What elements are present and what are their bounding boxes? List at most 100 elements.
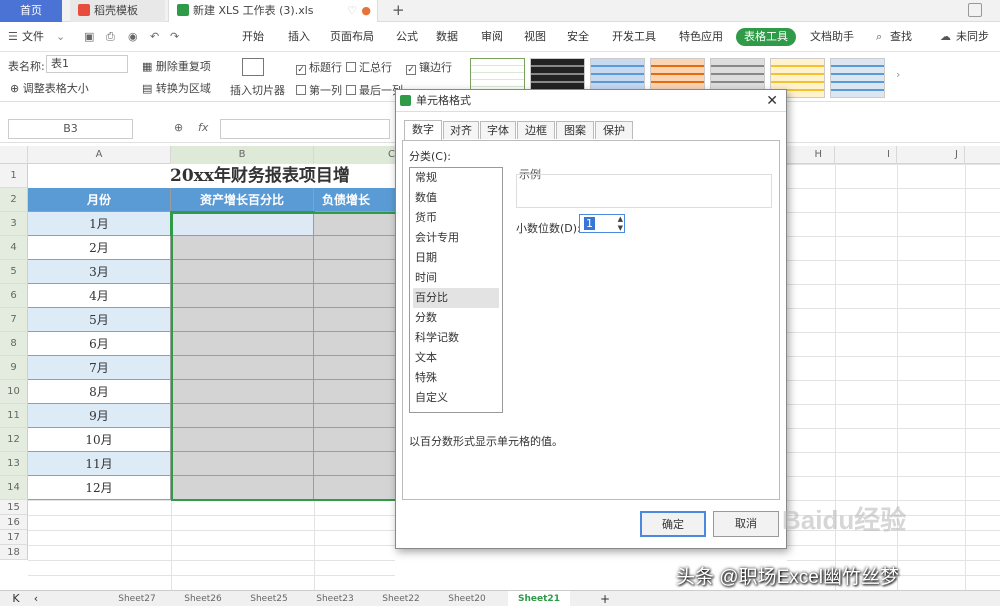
selected-cell[interactable]: [171, 476, 314, 500]
selected-cell[interactable]: [171, 260, 314, 284]
selected-cell[interactable]: [314, 308, 400, 332]
save-icon[interactable]: ▣: [84, 29, 94, 45]
menu-data[interactable]: 数据: [436, 29, 458, 45]
zoom-search-icon[interactable]: ⊕: [174, 121, 183, 134]
selected-cell[interactable]: [314, 452, 400, 476]
selected-cell[interactable]: [314, 284, 400, 308]
add-sheet-button[interactable]: +: [598, 591, 612, 607]
category-item[interactable]: 百分比: [413, 288, 499, 308]
chevron-down-icon[interactable]: ⌄: [56, 29, 65, 45]
header-row-checkbox[interactable]: ✓ 标题行: [296, 59, 342, 75]
insert-slicer-button[interactable]: 插入切片器: [230, 82, 285, 98]
row-header[interactable]: 13: [0, 452, 28, 476]
category-item[interactable]: 文本: [413, 348, 499, 368]
selected-cell[interactable]: [171, 452, 314, 476]
row-header[interactable]: 10: [0, 380, 28, 404]
row-header[interactable]: 3: [0, 212, 28, 236]
preview-icon[interactable]: ◉: [128, 29, 138, 45]
sync-cloud-icon[interactable]: ☁: [940, 29, 951, 45]
selected-cell[interactable]: [314, 356, 400, 380]
close-dot-icon[interactable]: ●: [361, 0, 371, 22]
sheet-tab-active[interactable]: Sheet21: [508, 591, 570, 607]
menu-developer[interactable]: 开发工具: [612, 29, 656, 45]
total-row-checkbox[interactable]: 汇总行: [346, 59, 392, 75]
row-header[interactable]: 9: [0, 356, 28, 380]
menu-view[interactable]: 视图: [524, 29, 546, 45]
row-header[interactable]: 16: [0, 515, 28, 530]
header-cell-month[interactable]: 月份: [28, 188, 171, 212]
stepper-up-icon[interactable]: ▲: [618, 215, 623, 223]
month-cell[interactable]: 10月: [28, 428, 171, 452]
close-icon[interactable]: ✕: [766, 90, 778, 112]
row-header[interactable]: 17: [0, 530, 28, 545]
gallery-more-icon[interactable]: ›: [896, 68, 900, 81]
month-cell[interactable]: 7月: [28, 356, 171, 380]
menu-search[interactable]: 查找: [890, 29, 912, 45]
header-cell-asset-growth[interactable]: 资产增长百分比: [171, 188, 314, 212]
category-item[interactable]: 货币: [413, 208, 499, 228]
month-cell[interactable]: 11月: [28, 452, 171, 476]
selected-cell[interactable]: [171, 380, 314, 404]
selected-cell[interactable]: [171, 404, 314, 428]
row-header[interactable]: 15: [0, 500, 28, 515]
tab-pattern[interactable]: 图案: [556, 121, 594, 139]
menu-page-layout[interactable]: 页面布局: [330, 29, 374, 45]
menu-table-tools[interactable]: 表格工具: [736, 28, 796, 46]
sync-status[interactable]: 未同步: [956, 29, 989, 45]
formula-input[interactable]: [220, 119, 390, 139]
banded-rows-checkbox[interactable]: ✓ 镶边行: [406, 59, 452, 75]
tab-number[interactable]: 数字: [404, 120, 442, 140]
table-name-input[interactable]: 表1: [46, 55, 128, 73]
selected-cell[interactable]: [314, 260, 400, 284]
ok-button[interactable]: 确定: [640, 511, 706, 537]
tab-border[interactable]: 边框: [517, 121, 555, 139]
month-cell[interactable]: 4月: [28, 284, 171, 308]
menu-insert[interactable]: 插入: [288, 29, 310, 45]
decimal-places-value[interactable]: 1: [584, 217, 595, 230]
first-column-checkbox[interactable]: 第一列: [296, 82, 342, 98]
name-box[interactable]: B3: [8, 119, 133, 139]
row-header[interactable]: 5: [0, 260, 28, 284]
row-header[interactable]: 6: [0, 284, 28, 308]
remove-duplicates-button[interactable]: ▦ 删除重复项: [142, 58, 211, 74]
column-header[interactable]: H: [787, 146, 835, 164]
selected-cell[interactable]: [171, 308, 314, 332]
prev-sheet-icon[interactable]: ‹: [30, 591, 42, 607]
menu-special-apps[interactable]: 特色应用: [679, 29, 723, 45]
month-cell[interactable]: 8月: [28, 380, 171, 404]
category-item[interactable]: 时间: [413, 268, 499, 288]
tab-protection[interactable]: 保护: [595, 121, 633, 139]
row-header[interactable]: 2: [0, 188, 28, 212]
select-all-corner[interactable]: [0, 146, 28, 164]
tab-home[interactable]: 首页: [0, 0, 62, 22]
sheet-tab[interactable]: Sheet23: [304, 591, 366, 607]
first-sheet-icon[interactable]: K: [10, 591, 22, 607]
active-cell-b3[interactable]: [170, 211, 315, 237]
selected-cell[interactable]: [314, 476, 400, 500]
menu-review[interactable]: 审阅: [481, 29, 503, 45]
new-tab-button[interactable]: +: [392, 1, 405, 19]
table-style-thumb[interactable]: [830, 58, 885, 98]
column-header[interactable]: B: [171, 146, 314, 164]
resize-table-button[interactable]: ⊕ 调整表格大小: [10, 80, 89, 96]
header-cell-liability-growth[interactable]: 负债增长: [314, 188, 400, 212]
sheet-tab[interactable]: Sheet27: [106, 591, 168, 607]
selected-cell[interactable]: [171, 284, 314, 308]
selected-cell[interactable]: [314, 236, 400, 260]
tab-alignment[interactable]: 对齐: [443, 121, 479, 139]
row-header[interactable]: 12: [0, 428, 28, 452]
selected-cell[interactable]: [314, 404, 400, 428]
cancel-button[interactable]: 取消: [713, 511, 779, 537]
selected-cell[interactable]: [171, 428, 314, 452]
menu-file[interactable]: 文件: [22, 29, 44, 45]
category-item[interactable]: 会计专用: [413, 228, 499, 248]
decimal-places-stepper[interactable]: 1 ▲ ▼: [579, 214, 625, 233]
tab-docer[interactable]: 稻壳模板: [70, 0, 165, 22]
category-item[interactable]: 常规: [413, 168, 499, 188]
tab-current-workbook[interactable]: 新建 XLS 工作表 (3).xls ♡ ●: [168, 0, 378, 22]
row-header[interactable]: 8: [0, 332, 28, 356]
sheet-tab[interactable]: Sheet25: [238, 591, 300, 607]
stepper-down-icon[interactable]: ▼: [618, 224, 623, 232]
category-item[interactable]: 科学记数: [413, 328, 499, 348]
selected-cell[interactable]: [314, 380, 400, 404]
